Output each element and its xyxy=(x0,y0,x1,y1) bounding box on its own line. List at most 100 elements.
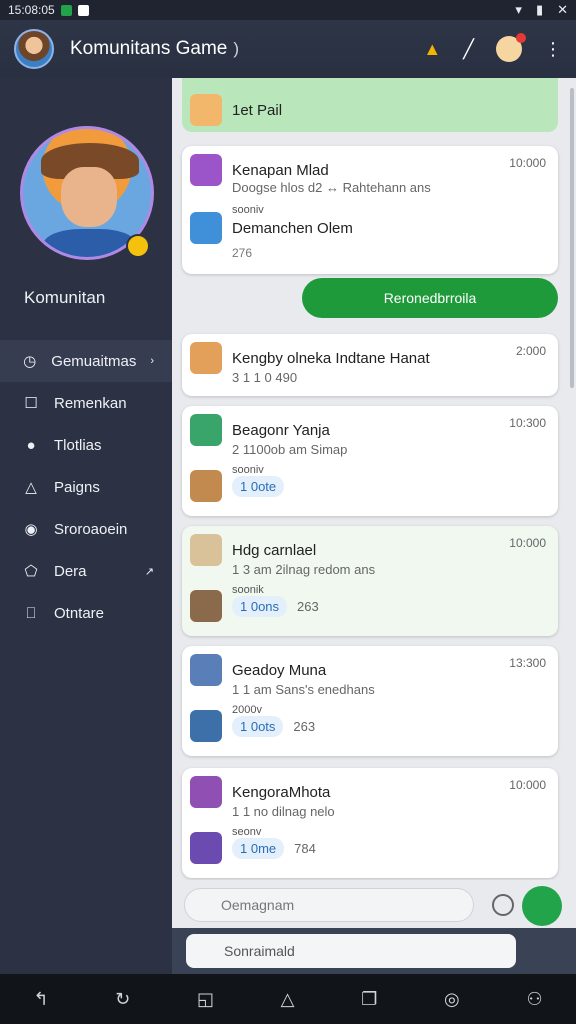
system-nav-bar: ↰ ↻ ◱ △ ❐ ◎ ⚇ xyxy=(0,974,576,1024)
message-meta: 263 xyxy=(297,598,319,614)
status-bar: 15:08:05 ▾ ▮ ✕ xyxy=(0,0,576,20)
sidebar: Komunitan ◷ Gemuaitmas › ☐ Remenkan ● Tlotli… xyxy=(0,78,172,973)
sidebar-item-gemuaitmas[interactable]: ◷ Gemuaitmas › xyxy=(0,340,172,382)
compose-bar-secondary: Sonraimald xyxy=(172,928,576,974)
user-avatar xyxy=(190,590,222,622)
square-icon: ☐ xyxy=(24,395,38,412)
profile-avatar[interactable] xyxy=(14,29,54,69)
sidebar-item-tlotlias[interactable]: ● Tlotlias xyxy=(0,424,172,466)
reply-pill[interactable]: 1 0ons xyxy=(232,595,288,617)
user-icon[interactable]: ◎ xyxy=(444,989,460,1010)
placeholder-text: Oemagnam xyxy=(221,897,295,913)
message-reply: Demanchen Olem xyxy=(190,212,353,244)
message-meta: 263 xyxy=(293,718,316,734)
reaction-pill[interactable]: Reronedbrroila xyxy=(302,278,558,318)
clock-icon: ◷ xyxy=(23,353,37,370)
sidebar-item-remenkan[interactable]: ☐ Remenkan xyxy=(0,382,172,424)
notification-bell-icon[interactable] xyxy=(496,33,526,62)
message-reply: 1 0me 784 xyxy=(190,832,316,864)
scrollbar[interactable] xyxy=(570,88,574,388)
sidebar-item-label: Sroroaoein xyxy=(54,520,128,538)
message-card[interactable]: 2:000 Kengby olneka Indtane Hanat 3 1 1 … xyxy=(182,334,558,396)
message-subtitle: 1 1 am Sans's enedhans xyxy=(232,682,375,697)
sidebar-item-label: Remenkan xyxy=(54,394,127,412)
close-icon: ✕ xyxy=(557,2,568,17)
app-title: Komunitans Game xyxy=(70,38,228,59)
message-card[interactable]: 10:000 Hdg carnlael 1 3 am 2ilnag redom … xyxy=(182,526,558,636)
community-name: Komunitan xyxy=(24,288,106,307)
status-time: 15:08:05 xyxy=(8,3,55,17)
history-icon[interactable]: ↻ xyxy=(115,989,130,1010)
app-notification-icon xyxy=(60,4,72,16)
user-avatar xyxy=(190,154,222,186)
sidebar-item-label: Gemuaitmas xyxy=(51,352,137,370)
sidebar-item-label: Tlotlias xyxy=(54,436,102,454)
secondary-input[interactable]: Sonraimald xyxy=(186,934,516,968)
profile-icon[interactable]: ⚇ xyxy=(526,989,542,1010)
sidebar-item-paigns[interactable]: △ Paigns xyxy=(0,466,172,508)
app-bar: Komunitans Game ) ▲ ╱ ⋮ xyxy=(0,20,576,78)
banner-label: 1et Pail xyxy=(232,101,283,119)
sidebar-item-label: Paigns xyxy=(54,478,100,496)
user-avatar xyxy=(190,776,222,808)
more-icon[interactable]: ⋮ xyxy=(544,39,562,60)
status-badge xyxy=(126,234,150,258)
message-sender: KengoraMhota xyxy=(232,783,331,801)
home-icon[interactable]: △ xyxy=(281,989,295,1010)
message-meta: 276 xyxy=(232,246,253,260)
message-reply: 1 0ots 263 xyxy=(190,710,315,742)
message-sender: Hdg carnlael xyxy=(232,541,317,559)
user-avatar xyxy=(190,414,222,446)
message-input[interactable]: Oemagnam xyxy=(184,888,474,922)
send-button[interactable] xyxy=(522,886,562,926)
sidebar-item-label: Otntare xyxy=(54,604,105,622)
avatar-face xyxy=(61,167,117,227)
sidebar-item-sroroaoein[interactable]: ◉ Sroroaoein xyxy=(0,508,172,550)
info-icon: ● xyxy=(26,436,36,454)
message-card[interactable]: 10:000 Kenapan Mlad Doogse hlos d2 ↔ Rah… xyxy=(182,146,558,274)
message-card[interactable]: 13:300 Geadoy Muna 1 1 am Sans's enedhan… xyxy=(182,646,558,756)
compose-bar: Oemagnam xyxy=(172,880,576,928)
chat-area: 1et Pail 10:000 Kenapan Mlad Doogse hlos… xyxy=(172,78,576,898)
message-card[interactable]: 10:000 KengoraMhota 1 1 no dilnag nelo s… xyxy=(182,768,558,878)
reply-pill[interactable]: 1 0ote xyxy=(232,475,285,497)
notification-icon xyxy=(77,4,89,16)
emoji-icon[interactable] xyxy=(492,894,514,916)
sidebar-item-otntare[interactable]: ⎕ Otntare xyxy=(0,592,172,634)
user-avatar xyxy=(190,342,222,374)
message-time: 10:300 xyxy=(509,416,546,430)
message-time: 2:000 xyxy=(515,344,546,358)
back-icon[interactable]: ↰ xyxy=(33,989,48,1010)
message-subtitle: Doogse hlos d2 ↔ Rahtehann ans xyxy=(232,180,431,195)
user-avatar xyxy=(190,470,222,502)
user-avatar xyxy=(190,94,222,126)
user-avatar xyxy=(190,534,222,566)
wifi-icon: ▾ xyxy=(515,2,522,17)
user-avatar xyxy=(190,832,222,864)
user-avatar xyxy=(190,212,222,244)
reply-pill[interactable]: 1 0ots xyxy=(232,715,284,737)
message-sender: Geadoy Muna xyxy=(232,661,327,679)
message-time: 13:300 xyxy=(509,656,546,670)
arrow-icon: ↗ xyxy=(144,565,154,578)
message-time: 10:000 xyxy=(509,778,546,792)
message-sender: Kenapan Mlad xyxy=(232,161,329,179)
reply-pill[interactable]: 1 0me xyxy=(232,837,285,859)
placeholder-text: Sonraimald xyxy=(224,943,295,959)
chevron-icon: › xyxy=(150,355,154,367)
recents-icon[interactable]: ❐ xyxy=(361,989,377,1010)
alert-icon[interactable]: ▲ xyxy=(423,39,441,60)
pentagon-icon: ⬠ xyxy=(24,563,38,580)
message-sender: Kengby olneka Indtane Hanat xyxy=(232,349,430,367)
top-banner-row: 1et Pail xyxy=(190,94,282,126)
brush-icon[interactable]: ╱ xyxy=(463,39,474,60)
reply-sender: Demanchen Olem xyxy=(232,219,353,237)
triangle-icon: △ xyxy=(25,479,37,496)
document-icon: ⎕ xyxy=(26,604,36,622)
message-subtitle: 1 1 no dilnag nelo xyxy=(232,804,335,819)
circle-icon: ◉ xyxy=(24,521,38,538)
tab-icon[interactable]: ◱ xyxy=(197,989,214,1010)
user-avatar xyxy=(190,710,222,742)
sidebar-item-dera[interactable]: ⬠ Dera ↗ xyxy=(0,550,172,592)
message-card[interactable]: 10:300 Beagonr Yanja 2 1100ob am Simap s… xyxy=(182,406,558,516)
